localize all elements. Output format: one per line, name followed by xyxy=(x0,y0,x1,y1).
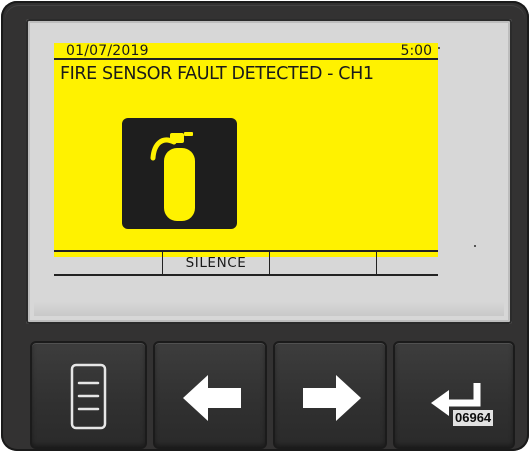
bezel-marker xyxy=(474,245,476,247)
right-arrow-button[interactable] xyxy=(273,341,387,449)
arrow-left-icon xyxy=(183,375,241,421)
menu-list-icon xyxy=(70,363,107,430)
menu-button[interactable] xyxy=(30,341,147,449)
alarm-message: FIRE SENSOR FAULT DETECTED - CH1 xyxy=(60,64,374,84)
fire-extinguisher-icon xyxy=(122,118,237,229)
header-divider xyxy=(54,58,438,60)
bezel-marker xyxy=(438,47,440,49)
display-date: 01/07/2019 xyxy=(66,43,149,59)
arrow-right-icon xyxy=(303,375,361,421)
softkey-silence[interactable]: SILENCE xyxy=(162,252,269,274)
softkey-4[interactable] xyxy=(376,252,438,274)
display-time: 5:00 xyxy=(400,43,432,59)
bezel-shade xyxy=(34,302,504,316)
softkey-bar: SILENCE xyxy=(54,250,438,276)
softkey-3[interactable] xyxy=(269,252,376,274)
softkey-1[interactable] xyxy=(54,252,162,274)
control-panel-device: 01/07/2019 5:00 FIRE SENSOR FAULT DETECT… xyxy=(1,1,529,451)
enter-button[interactable] xyxy=(393,341,515,449)
enter-return-icon xyxy=(431,383,481,416)
part-number-label: 06964 xyxy=(453,410,494,426)
left-arrow-button[interactable] xyxy=(153,341,267,449)
lcd-display: 01/07/2019 5:00 FIRE SENSOR FAULT DETECT… xyxy=(54,43,438,276)
